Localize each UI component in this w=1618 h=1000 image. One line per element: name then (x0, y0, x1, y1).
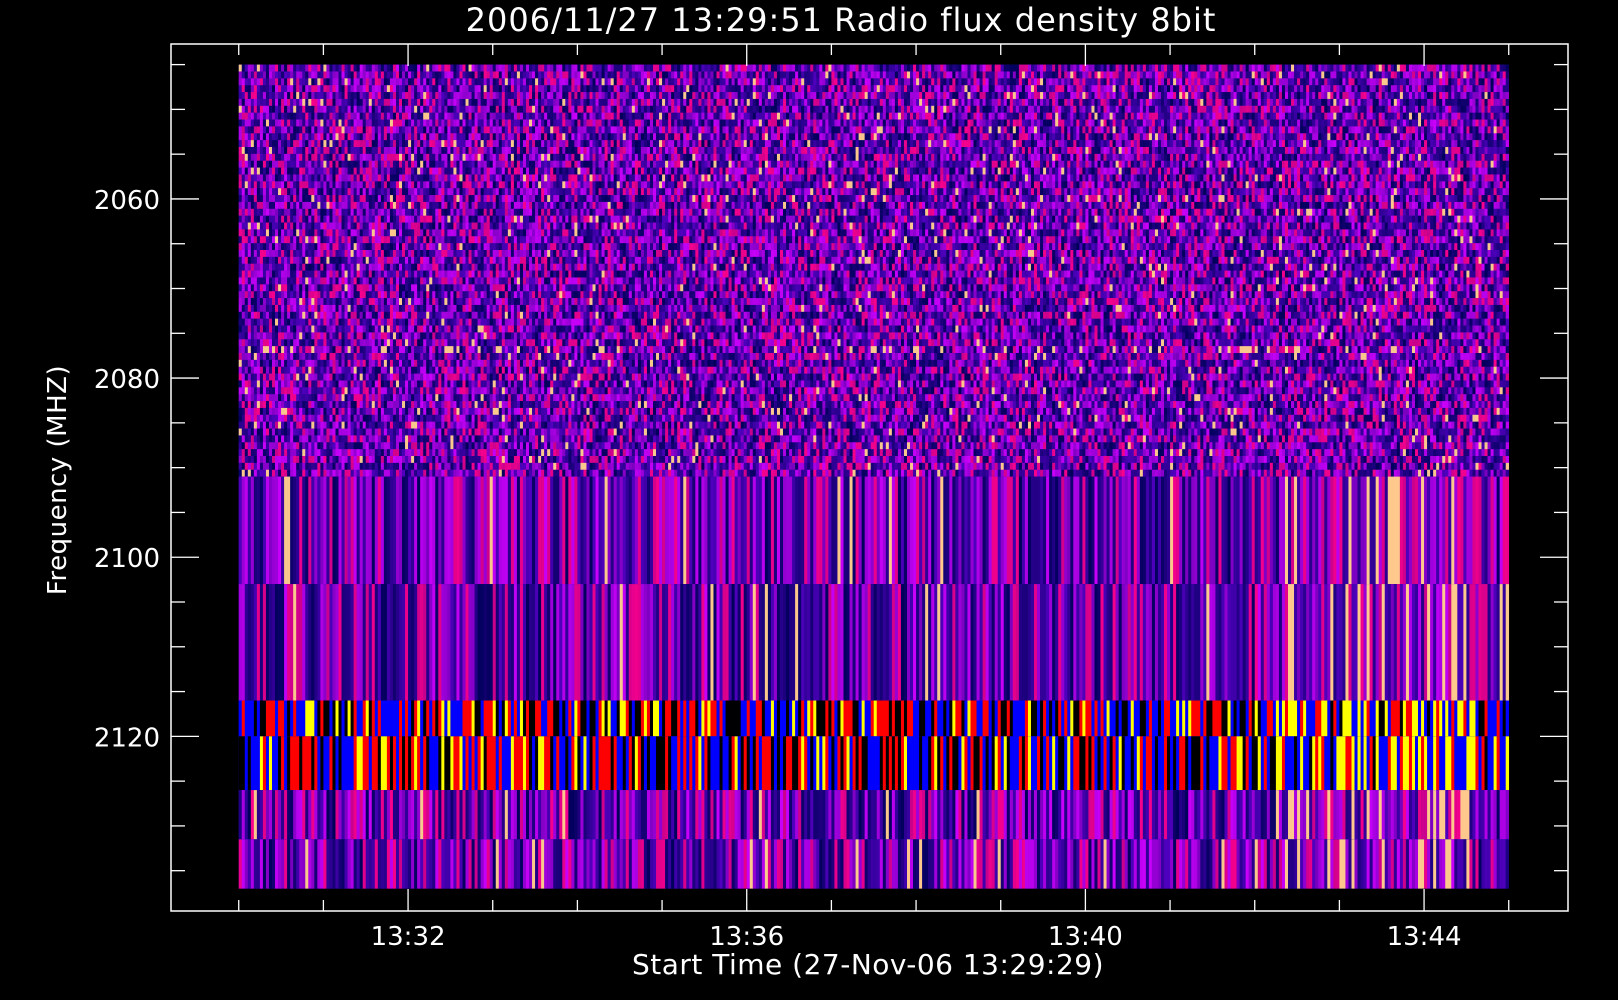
x-axis-label: Start Time (27-Nov-06 13:29:29) (632, 948, 1104, 981)
y-tick-label: 2120 (94, 723, 160, 753)
band-3 (239, 701, 1509, 737)
band-2 (239, 584, 1509, 700)
heatmap (239, 65, 1509, 889)
band-5 (239, 790, 1509, 839)
x-tick-label: 13:44 (1387, 922, 1462, 952)
y-tick-label: 2100 (94, 544, 160, 574)
chart-title: 2006/11/27 13:29:51 Radio flux density 8… (466, 1, 1217, 39)
band-6 (239, 839, 1509, 888)
y-axis-label: Frequency (MHZ) (43, 365, 73, 595)
x-tick-label: 13:32 (371, 922, 446, 952)
y-tick-label: 2060 (94, 186, 160, 216)
spectrogram-chart: 2006/11/27 13:29:51 Radio flux density 8… (0, 0, 1618, 1000)
band-4 (239, 736, 1509, 790)
band-1 (239, 477, 1509, 584)
y-tick-label: 2080 (94, 365, 160, 395)
band-0 (239, 65, 1509, 477)
